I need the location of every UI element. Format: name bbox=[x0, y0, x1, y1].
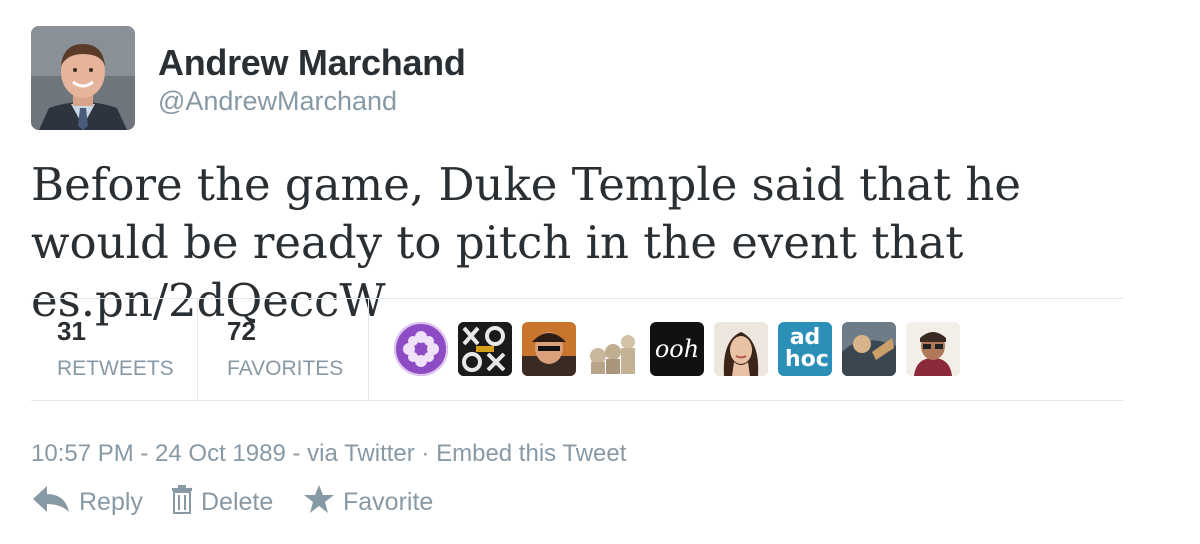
tweet-text-body: Before the game, Duke Temple said that h… bbox=[31, 158, 1021, 269]
favorites-label: FAVORITES bbox=[227, 357, 344, 380]
tweet-source[interactable]: via Twitter bbox=[307, 440, 415, 467]
delete-label: Delete bbox=[201, 487, 274, 516]
stats-divider bbox=[197, 298, 198, 401]
retweets-count: 31 bbox=[57, 316, 86, 346]
favoriter-avatar[interactable] bbox=[714, 322, 768, 376]
retweets-stat[interactable]: 31 RETWEETS bbox=[57, 316, 174, 381]
favoriter-avatar[interactable] bbox=[394, 322, 448, 376]
embed-tweet-link[interactable]: Embed this Tweet bbox=[436, 440, 626, 467]
author-avatar[interactable] bbox=[31, 26, 135, 130]
favoriter-avatar[interactable]: ooh bbox=[650, 322, 704, 376]
tweet-timestamp[interactable]: 10:57 PM - 24 Oct 1989 bbox=[31, 440, 286, 467]
favorite-label: Favorite bbox=[343, 487, 434, 516]
reply-label: Reply bbox=[79, 487, 143, 516]
favoriter-avatar[interactable] bbox=[906, 322, 960, 376]
author-name[interactable]: Andrew Marchand bbox=[158, 42, 466, 84]
reply-icon bbox=[31, 484, 71, 521]
favoriter-avatar[interactable] bbox=[522, 322, 576, 376]
favoriter-avatar[interactable] bbox=[842, 322, 896, 376]
retweets-label: RETWEETS bbox=[57, 357, 174, 380]
favorite-button[interactable]: Favorite bbox=[303, 484, 433, 520]
favoriter-avatar[interactable]: ad hoc bbox=[778, 322, 832, 376]
favoriter-avatar[interactable] bbox=[586, 322, 640, 376]
tweet-meta: 10:57 PM - 24 Oct 1989 - via Twitter · E… bbox=[31, 440, 626, 468]
trash-icon bbox=[171, 484, 193, 521]
favorites-stat[interactable]: 72 FAVORITES bbox=[227, 316, 343, 381]
favoriter-avatar[interactable] bbox=[458, 322, 512, 376]
meta-dash: - bbox=[292, 440, 308, 467]
stats-top-divider bbox=[31, 298, 1124, 299]
tweet-text: Before the game, Duke Temple said that h… bbox=[31, 156, 1151, 330]
reply-button[interactable]: Reply bbox=[31, 484, 143, 520]
meta-separator: · bbox=[421, 440, 430, 467]
author-handle[interactable]: @AndrewMarchand bbox=[158, 86, 397, 117]
favoriter-avatar-text: ooh bbox=[654, 335, 700, 363]
favoriter-avatar-text: ad hoc bbox=[785, 325, 829, 372]
stats-divider bbox=[368, 298, 369, 401]
favorites-count: 72 bbox=[227, 316, 256, 346]
stats-bottom-divider bbox=[31, 400, 1124, 401]
delete-button[interactable]: Delete bbox=[171, 484, 273, 520]
star-icon bbox=[303, 484, 335, 521]
